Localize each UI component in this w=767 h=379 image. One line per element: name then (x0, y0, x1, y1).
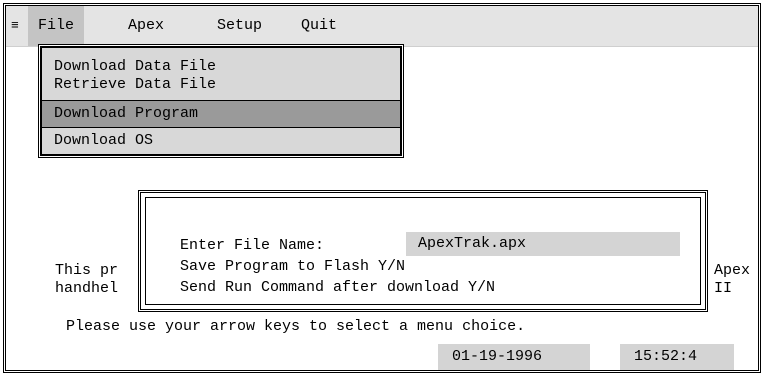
background-text-right-1: Apex (714, 262, 751, 279)
system-menu-icon[interactable]: ≡ (11, 18, 19, 33)
send-run-command-prompt[interactable]: Send Run Command after download Y/N (180, 279, 495, 297)
filename-input[interactable]: ApexTrak.apx (406, 232, 680, 256)
menu-quit[interactable]: Quit (291, 6, 347, 46)
status-time: 15:52:4 (620, 344, 734, 370)
background-text-right-2: II (714, 280, 733, 297)
menu-apex[interactable]: Apex (118, 6, 174, 46)
download-program-dialog: Enter File Name: ApexTrak.apx Save Progr… (138, 190, 708, 312)
status-date: 01-19-1996 (438, 344, 590, 370)
save-to-flash-prompt[interactable]: Save Program to Flash Y/N (180, 258, 405, 276)
menu-item-download-program[interactable]: Download Program (42, 101, 400, 128)
menu-file[interactable]: File (28, 6, 85, 46)
background-text-left-2: handhel (55, 280, 119, 297)
background-text-left-1: This pr (55, 262, 119, 279)
menu-group-data-files: Download Data File Retrieve Data File (42, 48, 400, 101)
file-menu-dropdown: Download Data File Retrieve Data File Do… (40, 46, 402, 156)
menu-item-retrieve-data-file[interactable]: Retrieve Data File (54, 76, 388, 94)
menu-item-download-data-file[interactable]: Download Data File (54, 58, 388, 76)
instruction-text: Please use your arrow keys to select a m… (66, 318, 526, 335)
filename-prompt-label: Enter File Name: (180, 237, 325, 254)
menu-setup[interactable]: Setup (207, 6, 272, 46)
menu-bar: ≡ File Apex Setup Quit (6, 6, 758, 47)
menu-item-download-os[interactable]: Download OS (42, 128, 400, 154)
dialog-inner-border: Enter File Name: ApexTrak.apx Save Progr… (145, 197, 701, 305)
